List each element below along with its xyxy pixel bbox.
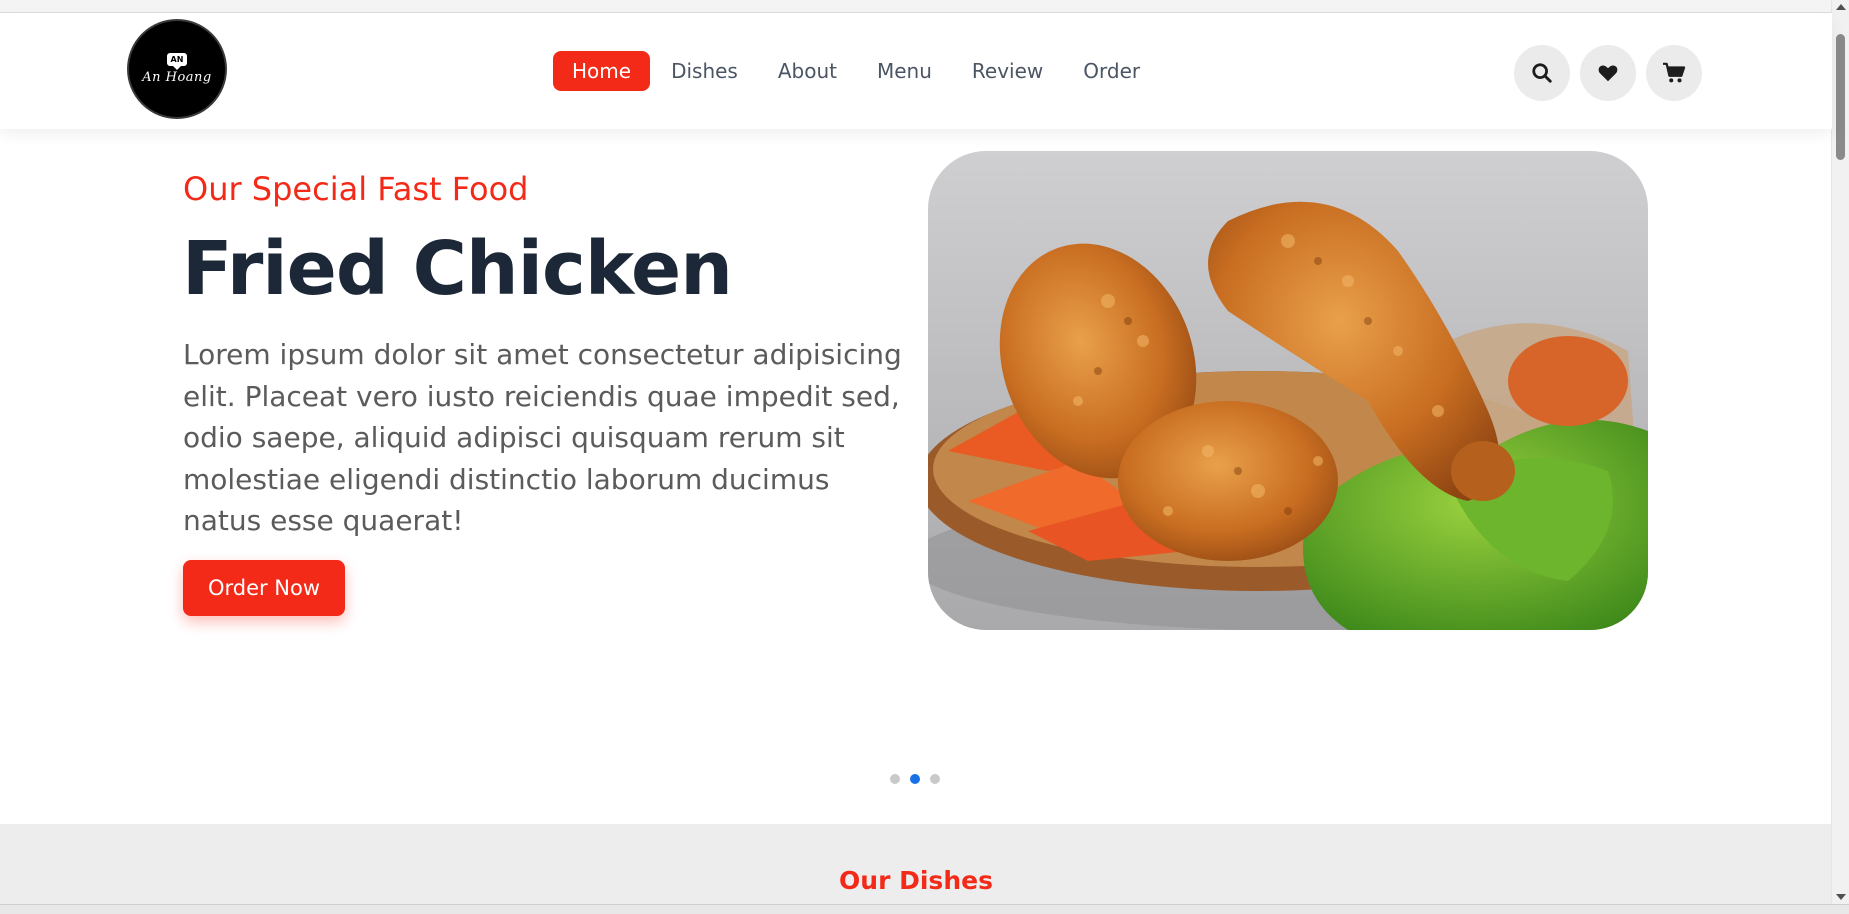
hero-title: Fried Chicken: [182, 226, 733, 312]
slider-pagination: [890, 774, 950, 784]
nav-item-dishes[interactable]: Dishes: [652, 51, 757, 91]
logo-text: An Hoang: [142, 70, 212, 85]
site-header: AN An Hoang Home Dishes About Menu Revie…: [0, 13, 1832, 129]
nav-item-order[interactable]: Order: [1064, 51, 1159, 91]
scrollbar-thumb[interactable]: [1836, 34, 1845, 160]
slider-dot-active[interactable]: [910, 774, 920, 784]
wishlist-button[interactable]: [1580, 45, 1636, 101]
hero-description: Lorem ipsum dolor sit amet consectetur a…: [183, 338, 902, 537]
hero-subtitle: Our Special Fast Food: [183, 170, 529, 208]
hero-food-image: [928, 151, 1648, 630]
browser-top-strip: [0, 0, 1832, 13]
dishes-section: Our Dishes: [0, 824, 1832, 904]
search-button[interactable]: [1514, 45, 1570, 101]
search-icon: [1532, 63, 1552, 83]
nav-item-home[interactable]: Home: [553, 51, 651, 91]
nav-item-about[interactable]: About: [759, 51, 856, 91]
slider-dot[interactable]: [890, 774, 900, 784]
brand-logo[interactable]: AN An Hoang: [127, 19, 227, 119]
cart-button[interactable]: [1646, 45, 1702, 101]
slider-dot[interactable]: [930, 774, 940, 784]
order-now-button[interactable]: Order Now: [183, 560, 345, 616]
main-nav: Home Dishes About Menu Review Order: [553, 51, 1161, 91]
cart-icon: [1663, 62, 1686, 83]
nav-item-menu[interactable]: Menu: [858, 51, 951, 91]
logo-badge: AN: [166, 53, 188, 70]
scroll-down-icon[interactable]: [1836, 894, 1846, 900]
fried-chicken-illustration: [928, 151, 1648, 630]
heart-icon: [1598, 65, 1618, 82]
vertical-scrollbar[interactable]: [1831, 0, 1849, 904]
dishes-title: Our Dishes: [839, 866, 993, 895]
nav-item-review[interactable]: Review: [953, 51, 1062, 91]
scroll-up-icon[interactable]: [1836, 4, 1846, 10]
